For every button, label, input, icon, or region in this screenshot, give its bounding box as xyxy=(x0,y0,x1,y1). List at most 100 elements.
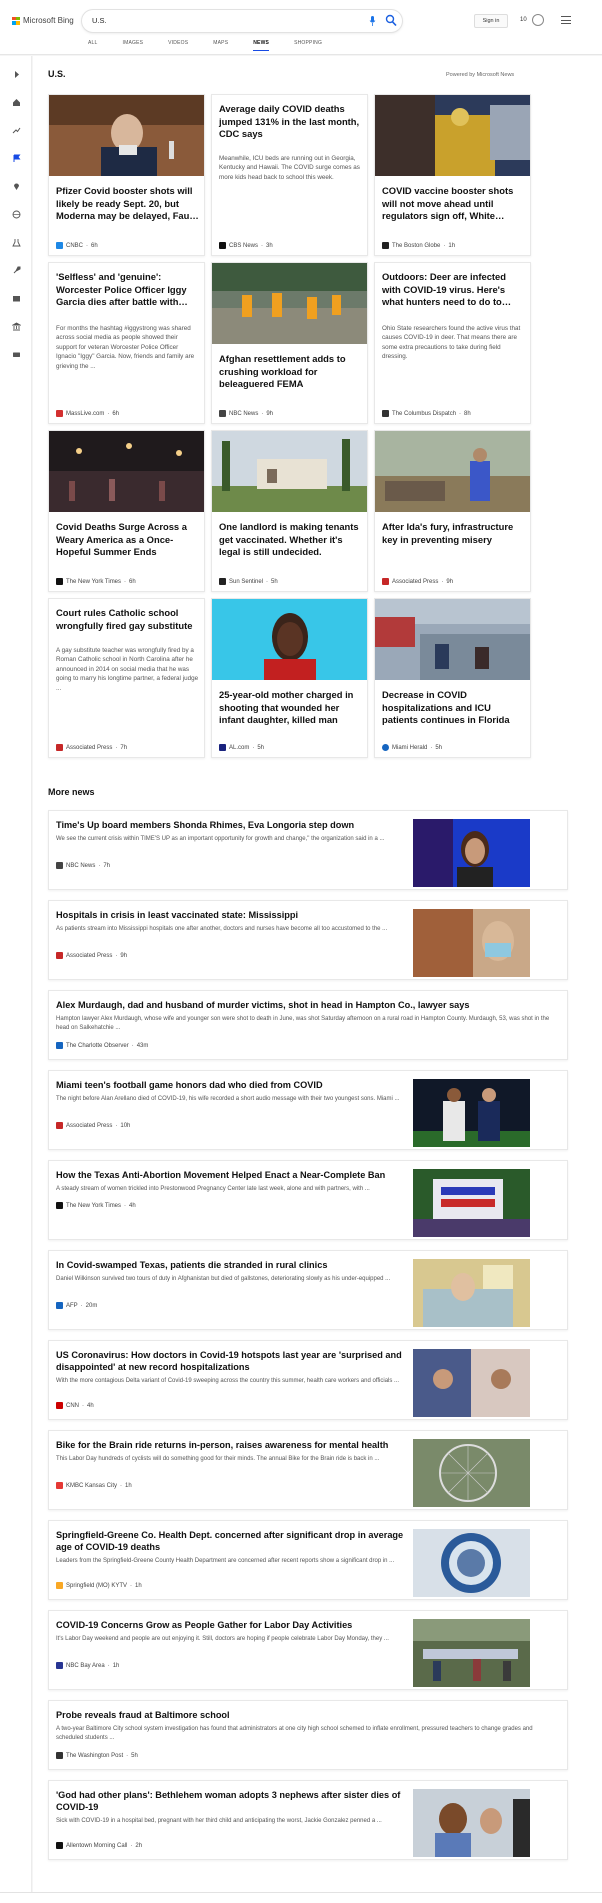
microsoft-logo-icon xyxy=(12,16,20,25)
news-card[interactable]: Outdoors: Deer are infected with COVID-1… xyxy=(374,262,531,424)
location-icon[interactable] xyxy=(10,180,22,192)
headline[interactable]: In Covid-swamped Texas, patients die str… xyxy=(56,1259,327,1271)
source-line: CBS News · 3h xyxy=(219,242,273,249)
trending-icon[interactable] xyxy=(10,124,22,136)
headline[interactable]: 'Selfless' and 'genuine': Worcester Poli… xyxy=(56,271,199,309)
home-icon[interactable] xyxy=(10,96,22,108)
news-thumbnail[interactable] xyxy=(375,95,531,176)
news-row[interactable]: Probe reveals fraud at Baltimore school … xyxy=(48,1700,568,1770)
news-thumbnail[interactable] xyxy=(49,95,205,176)
headline[interactable]: 25-year-old mother charged in shooting t… xyxy=(219,689,362,727)
news-card[interactable]: After Ida's fury, infrastructure key in … xyxy=(374,430,531,592)
news-card[interactable]: Afghan resettlement adds to crushing wor… xyxy=(211,262,368,424)
news-thumbnail[interactable] xyxy=(413,1789,530,1857)
time: 5h xyxy=(131,1752,138,1759)
news-row[interactable]: Bike for the Brain ride returns in-perso… xyxy=(48,1430,568,1510)
expand-icon[interactable] xyxy=(10,68,22,80)
news-row[interactable]: COVID-19 Concerns Grow as People Gather … xyxy=(48,1610,568,1690)
sign-in-button[interactable]: Sign in xyxy=(474,14,508,28)
source-name: The Washington Post xyxy=(66,1752,124,1759)
news-card[interactable]: Court rules Catholic school wrongfully f… xyxy=(48,598,205,758)
headline[interactable]: 'God had other plans': Bethlehem woman a… xyxy=(56,1789,406,1814)
tab-news[interactable]: NEWS xyxy=(253,40,270,51)
news-row[interactable]: US Coronavirus: How doctors in Covid-19 … xyxy=(48,1340,568,1420)
headline[interactable]: Springfield-Greene Co. Health Dept. conc… xyxy=(56,1529,406,1554)
news-thumbnail[interactable] xyxy=(413,1529,530,1597)
news-row[interactable]: Time's Up board members Shonda Rhimes, E… xyxy=(48,810,568,890)
headline[interactable]: One landlord is making tenants get vacci… xyxy=(219,521,362,559)
flag-icon[interactable] xyxy=(10,152,22,164)
news-thumbnail[interactable] xyxy=(413,1619,530,1687)
world-icon[interactable] xyxy=(10,208,22,220)
headline[interactable]: COVID-19 Concerns Grow as People Gather … xyxy=(56,1619,352,1631)
headline[interactable]: Bike for the Brain ride returns in-perso… xyxy=(56,1439,388,1451)
news-thumbnail[interactable] xyxy=(375,431,531,512)
headline[interactable]: Decrease in COVID hospitalizations and I… xyxy=(382,689,525,727)
microphone-icon[interactable] xyxy=(369,16,376,26)
headline[interactable]: COVID vaccine booster shots will not mov… xyxy=(382,185,525,223)
headline[interactable]: US Coronavirus: How doctors in Covid-19 … xyxy=(56,1349,406,1374)
headline[interactable]: Alex Murdaugh, dad and husband of murder… xyxy=(56,999,470,1011)
news-thumbnail[interactable] xyxy=(413,1259,530,1327)
news-card[interactable]: Average daily COVID deaths jumped 131% i… xyxy=(211,94,368,256)
entertainment-icon[interactable] xyxy=(10,292,22,304)
news-thumbnail[interactable] xyxy=(413,819,530,887)
news-card[interactable]: Decrease in COVID hospitalizations and I… xyxy=(374,598,531,758)
news-card[interactable]: Pfizer Covid booster shots will likely b… xyxy=(48,94,205,256)
news-row[interactable]: Miami teen's football game honors dad wh… xyxy=(48,1070,568,1150)
news-row[interactable]: Springfield-Greene Co. Health Dept. conc… xyxy=(48,1520,568,1600)
news-thumbnail[interactable] xyxy=(49,431,205,512)
news-row[interactable]: Alex Murdaugh, dad and husband of murder… xyxy=(48,990,568,1060)
rocket-icon[interactable] xyxy=(10,264,22,276)
headline[interactable]: After Ida's fury, infrastructure key in … xyxy=(382,521,525,546)
news-thumbnail[interactable] xyxy=(413,1439,530,1507)
snippet: For months the hashtag #iggystrong was s… xyxy=(56,325,195,370)
headline[interactable]: Court rules Catholic school wrongfully f… xyxy=(56,607,199,632)
headline[interactable]: Probe reveals fraud at Baltimore school xyxy=(56,1709,230,1721)
headline[interactable]: Hospitals in crisis in least vaccinated … xyxy=(56,909,298,921)
headline[interactable]: Average daily COVID deaths jumped 131% i… xyxy=(219,103,362,141)
news-row[interactable]: 'God had other plans': Bethlehem woman a… xyxy=(48,1780,568,1860)
menu-icon[interactable] xyxy=(561,16,571,24)
news-card[interactable]: COVID vaccine booster shots will not mov… xyxy=(374,94,531,256)
tab-all[interactable]: ALL xyxy=(88,40,98,51)
science-icon[interactable] xyxy=(10,236,22,248)
source-logo-icon xyxy=(56,1662,63,1669)
news-row[interactable]: How the Texas Anti-Abortion Movement Hel… xyxy=(48,1160,568,1240)
rewards-icon[interactable] xyxy=(532,14,544,26)
news-thumbnail[interactable] xyxy=(212,599,368,680)
search-icon[interactable] xyxy=(385,14,397,27)
news-thumbnail[interactable] xyxy=(413,1079,530,1147)
money-icon[interactable] xyxy=(10,348,22,360)
news-row[interactable]: In Covid-swamped Texas, patients die str… xyxy=(48,1250,568,1330)
news-thumbnail[interactable] xyxy=(212,263,368,344)
powered-by-label[interactable]: Powered by Microsoft News xyxy=(446,72,514,78)
news-card[interactable]: One landlord is making tenants get vacci… xyxy=(211,430,368,592)
source-line: NBC Bay Area · 1h xyxy=(56,1662,119,1669)
news-thumbnail[interactable] xyxy=(413,909,530,977)
headline[interactable]: Covid Deaths Surge Across a Weary Americ… xyxy=(56,521,199,559)
news-thumbnail[interactable] xyxy=(413,1169,530,1237)
search-box[interactable]: U.S. xyxy=(82,10,402,32)
tab-shopping[interactable]: SHOPPING xyxy=(294,40,322,51)
bing-logo[interactable]: Microsoft Bing xyxy=(12,16,74,25)
headline[interactable]: Time's Up board members Shonda Rhimes, E… xyxy=(56,819,354,831)
headline[interactable]: Pfizer Covid booster shots will likely b… xyxy=(56,185,199,223)
headline[interactable]: Miami teen's football game honors dad wh… xyxy=(56,1079,323,1091)
search-input[interactable]: U.S. xyxy=(92,16,107,25)
tab-maps[interactable]: MAPS xyxy=(213,40,228,51)
news-card[interactable]: 'Selfless' and 'genuine': Worcester Poli… xyxy=(48,262,205,424)
news-card[interactable]: Covid Deaths Surge Across a Weary Americ… xyxy=(48,430,205,592)
news-thumbnail[interactable] xyxy=(375,599,531,680)
tab-videos[interactable]: VIDEOS xyxy=(168,40,188,51)
politics-icon[interactable] xyxy=(10,320,22,332)
headline[interactable]: Outdoors: Deer are infected with COVID-1… xyxy=(382,271,525,309)
headline[interactable]: How the Texas Anti-Abortion Movement Hel… xyxy=(56,1169,385,1181)
news-thumbnail[interactable] xyxy=(413,1349,530,1417)
news-card[interactable]: 25-year-old mother charged in shooting t… xyxy=(211,598,368,758)
news-thumbnail[interactable] xyxy=(212,431,368,512)
tab-images[interactable]: IMAGES xyxy=(123,40,144,51)
source-line: CNBC · 6h xyxy=(56,242,98,249)
headline[interactable]: Afghan resettlement adds to crushing wor… xyxy=(219,353,362,391)
news-row[interactable]: Hospitals in crisis in least vaccinated … xyxy=(48,900,568,980)
